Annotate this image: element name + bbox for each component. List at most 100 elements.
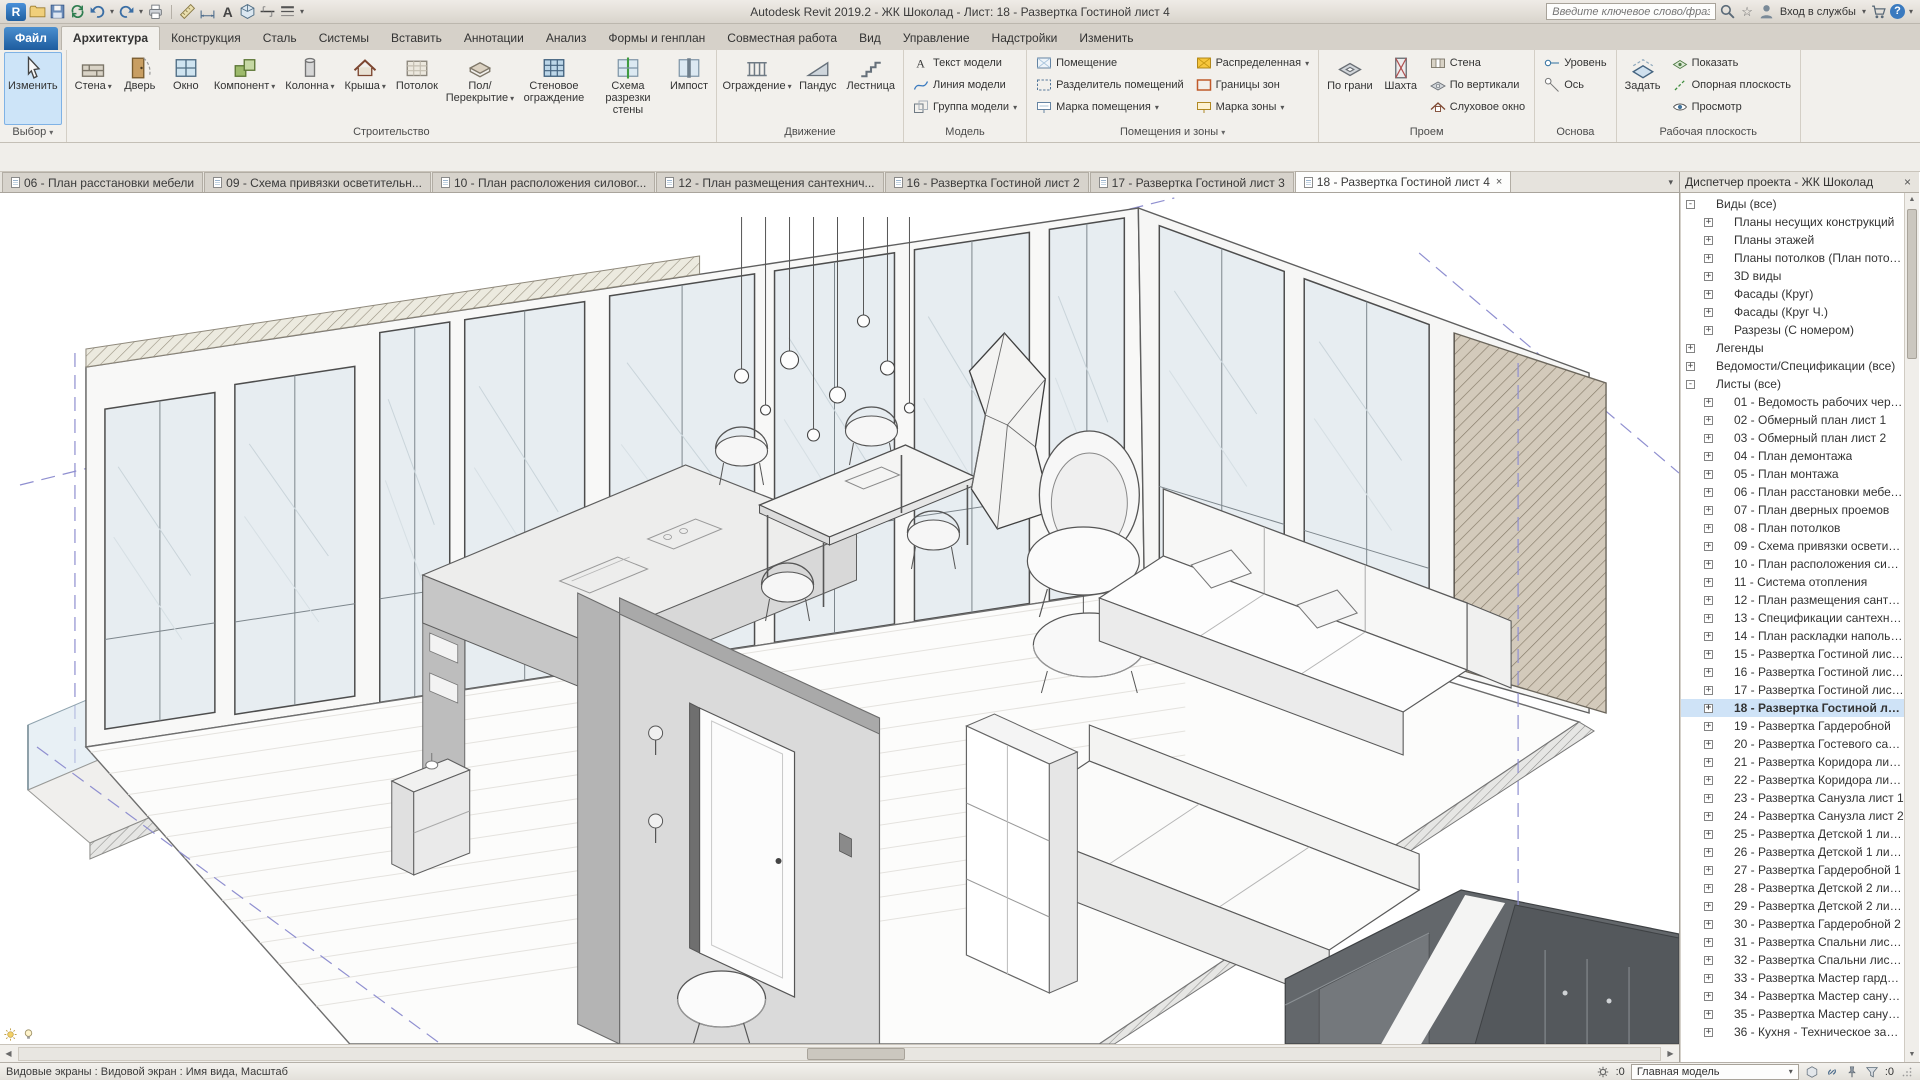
tree-item[interactable]: + 35 - Развертка Мастер санузла 2: [1681, 1005, 1904, 1023]
close-tab-icon[interactable]: ×: [1496, 176, 1502, 188]
tree-item[interactable]: + Разрезы (С номером): [1681, 321, 1904, 339]
expand-icon[interactable]: +: [1704, 830, 1713, 839]
ribbon-button[interactable]: Ось: [1539, 74, 1611, 96]
expand-icon[interactable]: +: [1704, 920, 1713, 929]
ribbon-button[interactable]: Группа модели▾: [908, 96, 1022, 118]
modify-button[interactable]: Изменить: [4, 52, 62, 125]
print-icon[interactable]: [147, 3, 164, 20]
tree-item[interactable]: + 29 - Развертка Детской 2 лист 2: [1681, 897, 1904, 915]
sun-path-icon[interactable]: [3, 1027, 18, 1042]
expand-icon[interactable]: +: [1704, 1010, 1713, 1019]
expand-icon[interactable]: +: [1704, 236, 1713, 245]
expand-icon[interactable]: +: [1686, 362, 1695, 371]
expand-icon[interactable]: +: [1704, 884, 1713, 893]
tree-item[interactable]: + 05 - План монтажа: [1681, 465, 1904, 483]
expand-icon[interactable]: +: [1704, 848, 1713, 857]
ribbon-button[interactable]: Пандус▾: [795, 52, 840, 125]
ribbon-button[interactable]: Ограждение▾: [721, 52, 793, 125]
ribbon-button[interactable]: Задать: [1621, 52, 1665, 125]
document-tab[interactable]: 06 - План расстановки мебели ×: [2, 172, 203, 192]
ribbon-button[interactable]: Уровень: [1539, 52, 1611, 74]
tree-item[interactable]: + 14 - План раскладки напольных ...: [1681, 627, 1904, 645]
ribbon-button[interactable]: Марка помещения▾: [1031, 96, 1189, 118]
ribbon-button[interactable]: Окно▾: [164, 52, 208, 125]
tree-item[interactable]: + 02 - Обмерный план лист 1: [1681, 411, 1904, 429]
select-links-icon[interactable]: [1825, 1065, 1839, 1079]
undo-dropdown-icon[interactable]: ▾: [110, 7, 114, 16]
document-tab[interactable]: 12 - План размещения сантехнич... ×: [656, 172, 883, 192]
sheet-view-canvas[interactable]: [0, 193, 1679, 1044]
expand-icon[interactable]: +: [1704, 794, 1713, 803]
help-icon[interactable]: ?: [1890, 4, 1905, 19]
ribbon-tab[interactable]: Управление: [892, 27, 981, 50]
expand-icon[interactable]: +: [1704, 218, 1713, 227]
ribbon-tab[interactable]: Конструкция: [160, 27, 252, 50]
tree-item[interactable]: + 03 - Обмерный план лист 2: [1681, 429, 1904, 447]
tree-item[interactable]: + 15 - Развертка Гостиной лист 1: [1681, 645, 1904, 663]
expand-icon[interactable]: +: [1704, 398, 1713, 407]
tree-item[interactable]: + 04 - План демонтажа: [1681, 447, 1904, 465]
default-3d-view-icon[interactable]: [239, 3, 256, 20]
expand-icon[interactable]: +: [1704, 434, 1713, 443]
tree-item[interactable]: + Планы этажей: [1681, 231, 1904, 249]
drawing-area[interactable]: [0, 193, 1679, 1044]
ribbon-tab[interactable]: Надстройки: [981, 27, 1069, 50]
tree-item[interactable]: + 34 - Развертка Мастер санузла ...: [1681, 987, 1904, 1005]
tree-item[interactable]: + 36 - Кухня - Техническое задани...: [1681, 1023, 1904, 1041]
expand-icon[interactable]: -: [1686, 200, 1695, 209]
tree-item[interactable]: + 06 - План расстановки мебели: [1681, 483, 1904, 501]
expand-icon[interactable]: +: [1704, 758, 1713, 767]
expand-icon[interactable]: +: [1704, 506, 1713, 515]
select-pinned-icon[interactable]: [1845, 1065, 1859, 1079]
tree-item[interactable]: + 10 - План расположения силово...: [1681, 555, 1904, 573]
expand-icon[interactable]: +: [1704, 416, 1713, 425]
thin-lines-icon[interactable]: [279, 3, 296, 20]
ribbon-button[interactable]: Стена▾: [71, 52, 116, 125]
tree-item[interactable]: + 30 - Развертка Гардеробной 2: [1681, 915, 1904, 933]
ribbon-button[interactable]: Распределенная▾: [1191, 52, 1315, 74]
document-tab[interactable]: 18 - Развертка Гостиной лист 4 ×: [1295, 171, 1512, 192]
ribbon-button[interactable]: Стена: [1425, 52, 1531, 74]
expand-icon[interactable]: +: [1704, 668, 1713, 677]
resize-grip[interactable]: [1900, 1065, 1914, 1079]
tree-item[interactable]: + 08 - План потолков: [1681, 519, 1904, 537]
tree-item[interactable]: + 13 - Спецификации сантехничес...: [1681, 609, 1904, 627]
ribbon-tab[interactable]: Сталь: [252, 27, 308, 50]
expand-icon[interactable]: +: [1704, 488, 1713, 497]
ribbon-button[interactable]: Границы зон▾: [1191, 74, 1315, 96]
signin-label[interactable]: Вход в службы: [1780, 6, 1856, 18]
expand-icon[interactable]: +: [1704, 686, 1713, 695]
ribbon-tab[interactable]: Вид: [848, 27, 892, 50]
ribbon-tab[interactable]: Вставить: [380, 27, 453, 50]
expand-icon[interactable]: +: [1704, 812, 1713, 821]
scrollbar-thumb[interactable]: [1907, 209, 1917, 359]
expand-icon[interactable]: +: [1704, 308, 1713, 317]
expand-icon[interactable]: +: [1704, 992, 1713, 1001]
ribbon-button[interactable]: Шахта: [1379, 52, 1423, 125]
open-icon[interactable]: [29, 3, 46, 20]
tree-item[interactable]: - Листы (все): [1681, 375, 1904, 393]
ribbon-button[interactable]: Линия модели▾: [908, 74, 1022, 96]
editing-requests-count[interactable]: :0: [1616, 1066, 1625, 1078]
ribbon-button[interactable]: Крыша▾: [341, 52, 390, 125]
expand-icon[interactable]: +: [1704, 902, 1713, 911]
expand-icon[interactable]: +: [1704, 632, 1713, 641]
ribbon-button[interactable]: По грани: [1323, 52, 1377, 125]
expand-icon[interactable]: +: [1704, 866, 1713, 875]
undo-icon[interactable]: [89, 3, 106, 20]
help-dropdown-icon[interactable]: ▾: [1909, 7, 1913, 16]
scrollbar-track[interactable]: [18, 1047, 1661, 1061]
document-tab[interactable]: 10 - План расположения силовог... ×: [432, 172, 655, 192]
expand-icon[interactable]: +: [1704, 542, 1713, 551]
ribbon-button[interactable]: Лестница▾: [842, 52, 899, 125]
tree-item[interactable]: + Планы потолков (План потолоч...: [1681, 249, 1904, 267]
ribbon-tab[interactable]: Аннотации: [453, 27, 535, 50]
expand-icon[interactable]: +: [1704, 470, 1713, 479]
ribbon-button[interactable]: Показать: [1667, 52, 1796, 74]
expand-icon[interactable]: +: [1704, 722, 1713, 731]
ribbon-button[interactable]: Просмотр: [1667, 96, 1796, 118]
expand-icon[interactable]: +: [1704, 614, 1713, 623]
expand-icon[interactable]: +: [1704, 254, 1713, 263]
ribbon-button[interactable]: Слуховое окно: [1425, 96, 1531, 118]
tree-item[interactable]: + 22 - Развертка Коридора лист 2: [1681, 771, 1904, 789]
